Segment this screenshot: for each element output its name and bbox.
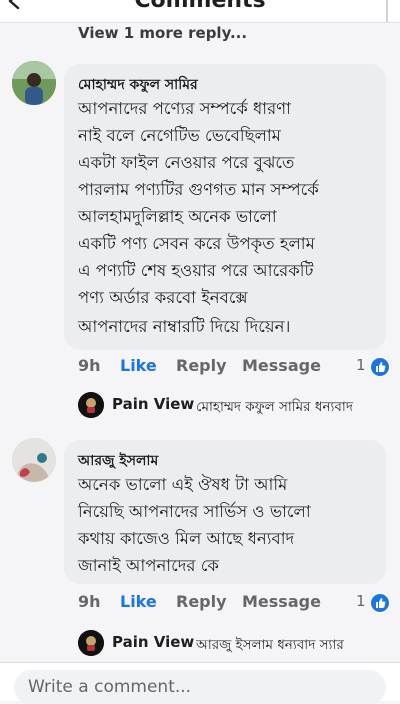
comment-text-line: এ পণ্যটি শেষ হওয়ার পরে আরেকটি (78, 261, 314, 280)
reply-author[interactable]: Pain View (112, 395, 194, 413)
comment-text-line: জানাই আপনাদের কে (78, 556, 219, 575)
pain-view-logo (78, 630, 104, 656)
comment-actions: 9h Like Reply Message 1 (78, 592, 390, 616)
reply-author[interactable]: Pain View (112, 633, 194, 651)
comment-bubble: আরজু ইসলাম অনেক ভালো এই ঔষধ টা আমি নিয়ে… (64, 440, 386, 584)
comment-text-line: আপনাদের নাম্বারটি দিয়ে দিয়েন। (78, 317, 291, 336)
comment-text-line: আলহামদুলিল্লাহ অনেক ভালো (78, 207, 277, 226)
reaction-count: 1 (356, 356, 366, 374)
comment-actions: 9h Like Reply Message 1 (78, 356, 390, 380)
message-button[interactable]: Message (242, 356, 321, 375)
like-thumb-icon (370, 357, 390, 377)
reply-button[interactable]: Reply (176, 592, 227, 611)
comment-input[interactable] (14, 670, 386, 704)
view-more-replies-link[interactable]: View 1 more reply... (78, 24, 247, 42)
reaction-summary[interactable]: 1 (356, 356, 390, 378)
comment-text-line: আপনাদের পণ্যের সম্পর্কে ধারণা (78, 99, 291, 118)
comment-text-line: নাই বলে নেগেটিভ ভেবেছিলাম (78, 126, 281, 145)
comment-text-line: একটা ফাইল নেওয়ার পরে বুঝতে (78, 153, 295, 172)
avatar[interactable] (12, 438, 56, 482)
avatar-photo (12, 61, 56, 105)
comment-timestamp: 9h (78, 592, 101, 611)
reply-snippet: আরজু ইসলাম ধন্যবাদ স্যার (196, 637, 344, 653)
comments-header: Comments (0, 0, 400, 23)
comment-timestamp: 9h (78, 356, 101, 375)
message-button[interactable]: Message (242, 592, 321, 611)
header-divider (386, 0, 388, 22)
reply-preview[interactable]: Pain View মোহাম্মদ কফুল সামির ধন্যবাদ (78, 392, 396, 420)
comment-bubble: মোহাম্মদ কফুল সামির আপনাদের পণ্যের সম্পর… (64, 64, 386, 350)
like-button[interactable]: Like (120, 592, 157, 611)
reaction-count: 1 (356, 592, 366, 610)
comment-author[interactable]: আরজু ইসলাম (78, 449, 158, 473)
comment-text-line: নিয়েছি আপনাদের সার্ভিস ও ভালো (78, 502, 311, 521)
like-thumb-icon (370, 593, 390, 613)
avatar[interactable] (12, 61, 56, 105)
reply-button[interactable]: Reply (176, 356, 227, 375)
reply-snippet: মোহাম্মদ কফুল সামির ধন্যবাদ (196, 399, 353, 415)
avatar-photo (12, 438, 56, 482)
comment-author[interactable]: মোহাম্মদ কফুল সামির (78, 73, 198, 97)
reply-preview[interactable]: Pain View আরজু ইসলাম ধন্যবাদ স্যার (78, 630, 396, 658)
comment-text-line: একটি পণ্য সেবন করে উপকৃত হলাম (78, 234, 315, 253)
comment-text-line: কথায় কাজেও মিল আছে ধন্যবাদ (78, 529, 295, 548)
pain-view-logo (78, 392, 104, 418)
page-title: Comments (134, 0, 266, 13)
comment-text-line: পণ্য অর্ডার করবো ইনবক্সে (78, 288, 248, 307)
reaction-summary[interactable]: 1 (356, 592, 390, 614)
comment-text-line: অনেক ভালো এই ঔষধ টা আমি (78, 475, 288, 494)
comment-composer (0, 662, 400, 704)
like-button[interactable]: Like (120, 356, 157, 375)
comment-text-line: পারলাম পণ্যটির গুণগত মান সম্পর্কে (78, 180, 319, 199)
